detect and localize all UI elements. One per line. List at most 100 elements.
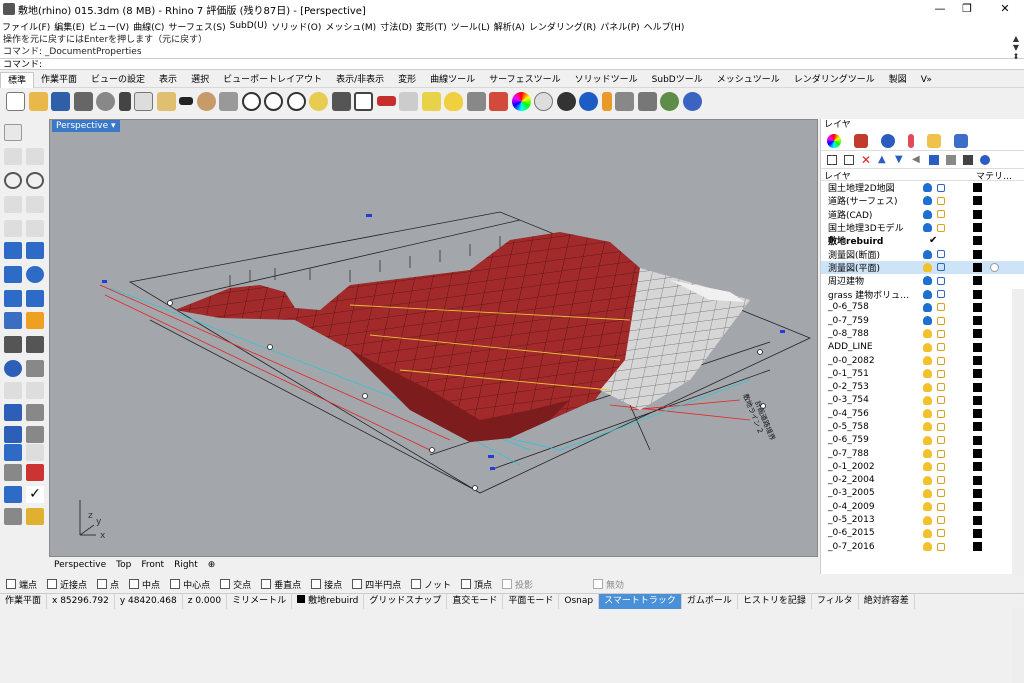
layer-lock-icon[interactable] [937,196,945,205]
light-icon[interactable] [601,91,612,111]
color-wheel-icon[interactable] [511,91,531,111]
curvature-icon[interactable] [26,444,44,461]
close-button[interactable]: ✕ [988,0,1022,18]
layer-color-swatch[interactable] [973,528,982,538]
osnap-checkbox[interactable] [6,579,16,589]
layer-color-swatch[interactable] [973,249,982,259]
help-tab-icon[interactable] [954,133,968,148]
layer-color-swatch[interactable] [973,289,982,299]
layer-row[interactable]: _0-5_2013 [821,513,1024,526]
object-properties-icon[interactable] [489,91,508,111]
layer-color-swatch[interactable] [973,342,982,352]
tab-display[interactable]: 表示 [152,72,184,88]
layer-row[interactable]: 国土地理2D地図 [821,181,1024,194]
osnap-option[interactable]: 中点 [129,578,160,591]
menu-edit[interactable]: 編集(E) [54,20,85,33]
tab-surface-tools[interactable]: サーフェスツール [482,72,567,88]
print-icon[interactable] [73,91,93,111]
osnap-checkbox[interactable] [311,579,322,589]
rotate-icon[interactable] [4,382,22,399]
lock-icon[interactable] [466,91,486,111]
sphere-icon[interactable] [534,91,553,111]
select-arrow-icon[interactable] [4,124,22,141]
move-up-icon[interactable]: ▲ [878,154,888,165]
fillet-curve-icon[interactable] [26,220,44,237]
layer-color-swatch[interactable] [973,356,982,365]
layer-visibility-bulb-icon[interactable] [923,528,932,538]
layer-visibility-bulb-icon[interactable] [923,542,932,552]
tab-right[interactable]: Right [174,560,198,570]
polygon-icon[interactable] [4,220,22,237]
move-icon[interactable] [26,360,44,377]
layers-tab-icon[interactable] [854,133,868,148]
layer-lock-icon[interactable] [937,343,945,352]
filter-icon[interactable] [929,154,939,165]
add-viewport-tab-icon[interactable]: ⊕ [208,560,216,570]
menu-file[interactable]: ファイル(F) [2,20,50,33]
layer-row[interactable]: _0-1_2002 [821,460,1024,473]
tab-solid-tools[interactable]: ソリッドツール [568,72,645,88]
layer-lock-icon[interactable] [937,396,945,405]
layer-tools-icon[interactable] [963,154,973,165]
layer-color-swatch[interactable] [973,262,982,272]
tab-select[interactable]: 選択 [184,72,216,88]
menu-curve[interactable]: 曲線(C) [133,20,164,33]
layer-lock-icon[interactable] [937,409,945,418]
osnap-option[interactable]: 中心点 [170,578,210,591]
layer-visibility-bulb-icon[interactable] [923,342,932,352]
tab-visibility[interactable]: 表示/非表示 [329,72,391,88]
layer-visibility-bulb-icon[interactable] [923,316,932,326]
layer-row[interactable]: 測量図(断面) [821,247,1024,261]
layer-lock-icon[interactable] [937,369,945,378]
array-icon[interactable] [4,426,22,443]
cplane-status[interactable]: 作業平面 [0,593,48,609]
osnap-checkbox[interactable] [501,579,512,589]
layer-lock-icon[interactable] [937,489,945,498]
layer-row[interactable]: _0-0_2082 [821,354,1024,367]
layer-visibility-bulb-icon[interactable] [923,209,932,219]
layer-color-swatch[interactable] [973,449,982,459]
osnap-option[interactable]: 端点 [6,578,37,591]
layer-visibility-bulb-icon[interactable] [923,395,932,405]
layer-color-swatch[interactable] [973,502,982,512]
zoom-selected-icon[interactable] [309,91,328,111]
layer-row[interactable]: 道路(サーフェス) [821,194,1024,207]
undo-icon[interactable] [179,97,193,105]
text-icon[interactable] [4,404,22,421]
layer-lock-icon[interactable] [937,210,945,219]
move-down-icon[interactable]: ▼ [895,154,905,165]
layer-bulb-icon[interactable] [444,91,463,111]
curve-icon[interactable] [26,148,44,165]
layer-visibility-bulb-icon[interactable] [923,289,932,299]
menu-subd[interactable]: SubD(U) [230,21,268,31]
layer-lock-icon[interactable] [937,250,945,259]
layer-color-swatch[interactable] [973,409,982,419]
layer-visibility-bulb-icon[interactable] [923,475,932,485]
analyze-icon[interactable] [26,464,44,481]
boolean-icon[interactable] [26,266,44,283]
layer-row[interactable]: _0-2_2004 [821,474,1024,487]
check-icon[interactable]: ✓ [26,486,44,503]
layer-color-swatch[interactable] [973,196,982,206]
layer-color-swatch[interactable] [973,183,982,193]
layer-row[interactable]: _0-6_758 [821,301,1024,314]
menu-solid[interactable]: ソリッド(O) [271,20,321,33]
layer-row[interactable]: _0-3_754 [821,394,1024,407]
osnap-checkbox[interactable] [261,579,272,589]
command-scrollbar[interactable]: ▲ ▼ ⬍ [1010,34,1022,70]
menu-transform[interactable]: 変形(T) [416,20,447,33]
tab-standard[interactable]: 標準 [0,71,35,88]
smarttrack-toggle[interactable]: スマートトラック [599,593,682,609]
layer-lock-icon[interactable] [937,263,945,272]
layer-lock-icon[interactable] [937,356,945,365]
layer-lock-icon[interactable] [937,290,945,299]
osnap-option[interactable]: 投影 [501,578,533,591]
layer-lock-icon[interactable] [937,542,945,551]
import-icon[interactable] [96,91,115,111]
layer-lock-icon[interactable] [937,316,945,325]
menu-dimension[interactable]: 寸法(D) [380,20,412,33]
menu-panels[interactable]: パネル(P) [600,20,639,33]
osnap-option[interactable]: 近接点 [47,578,87,591]
record-history-toggle[interactable]: ヒストリを記録 [738,593,812,609]
arc-icon[interactable] [4,196,22,213]
